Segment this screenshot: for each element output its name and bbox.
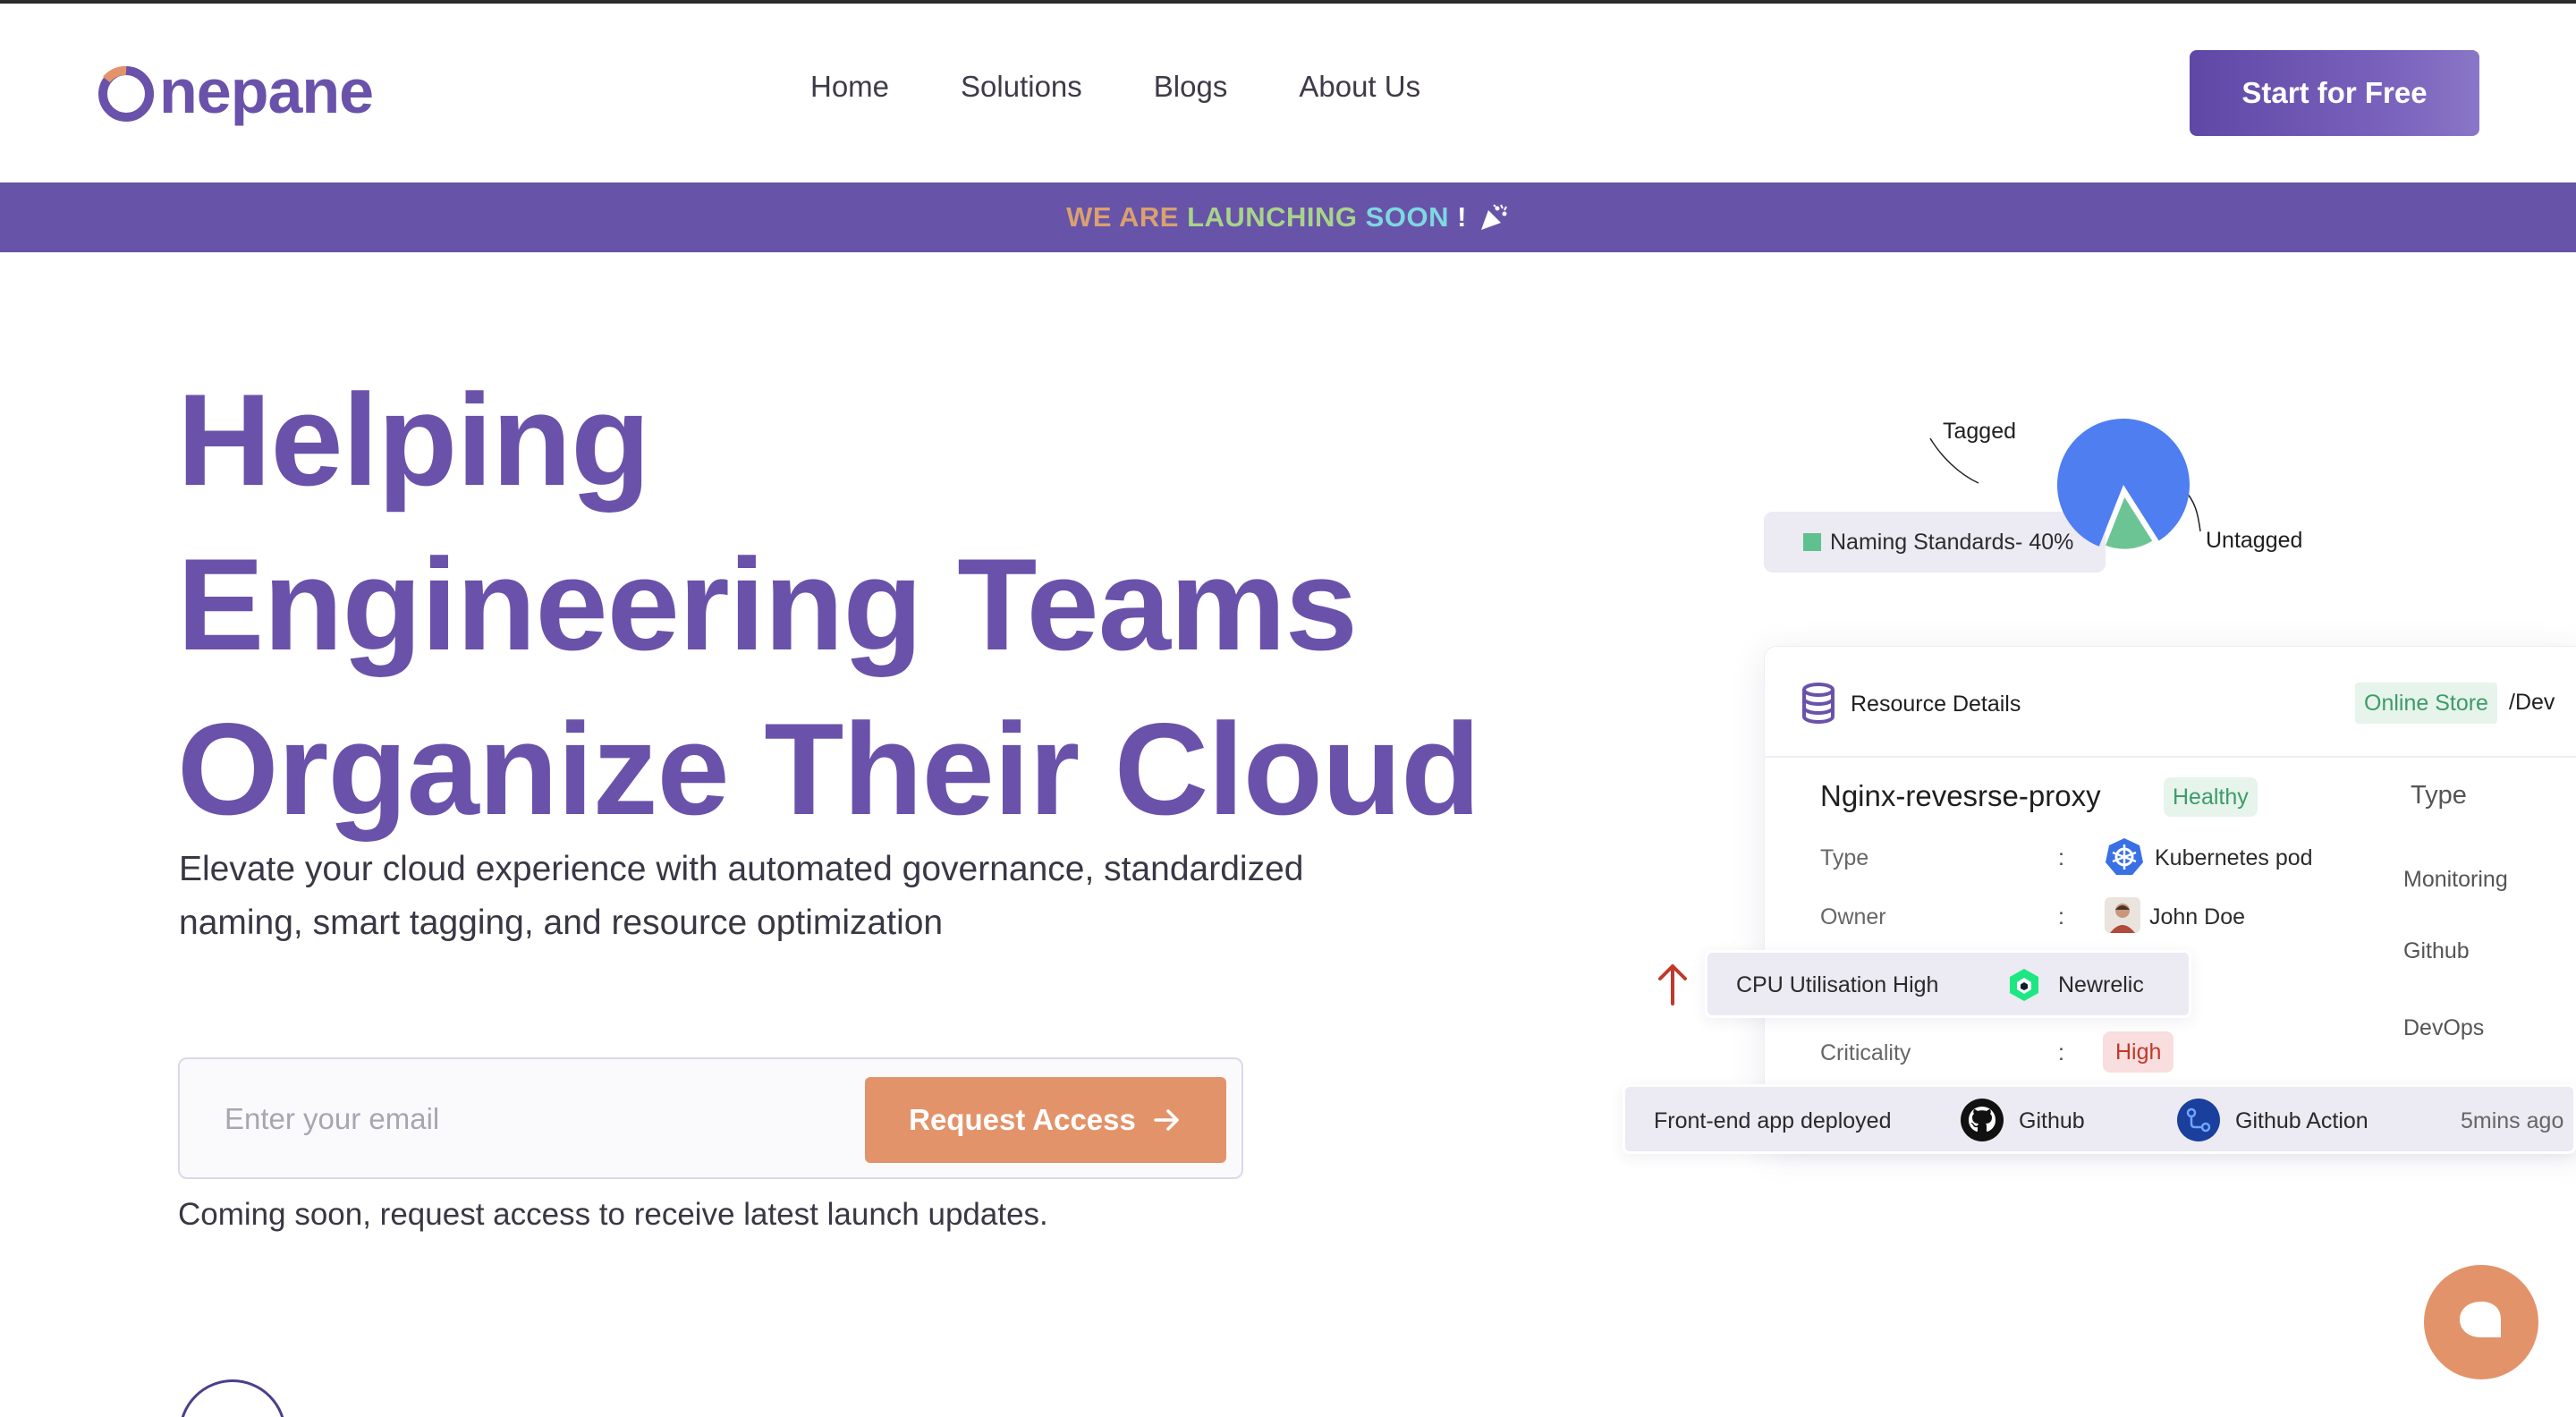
status-badge-healthy: Healthy	[2164, 777, 2258, 817]
start-for-free-button[interactable]: Start for Free	[2190, 50, 2479, 136]
request-access-button[interactable]: Request Access	[865, 1077, 1226, 1163]
github-actions-icon	[2177, 1099, 2220, 1141]
pie-label-untagged: Untagged	[2206, 528, 2303, 553]
deploy-event-pipeline: Github Action	[2235, 1108, 2368, 1133]
banner-text-part1: WE ARE	[1066, 201, 1188, 233]
party-popper-icon	[1480, 204, 1507, 230]
row-value-owner: John Doe	[2149, 904, 2246, 929]
banner-text-part4: !	[1448, 201, 1467, 233]
chat-widget-button[interactable]	[2424, 1265, 2538, 1379]
side-item-github: Github	[2403, 938, 2470, 963]
type-column-header: Type	[2411, 781, 2467, 810]
row-label-type: Type	[1820, 845, 1869, 870]
row-label-criticality: Criticality	[1820, 1040, 1911, 1065]
logo-ring-icon	[98, 66, 154, 122]
nav-solutions[interactable]: Solutions	[961, 70, 1082, 104]
resource-details-title: Resource Details	[1851, 692, 2021, 717]
arrow-up-icon	[1658, 964, 1687, 1005]
deploy-event-pill: Front-end app deployed Github Github Act…	[1623, 1084, 2576, 1154]
cpu-alert-pill: CPU Utilisation High Newrelic	[1705, 950, 2191, 1018]
cpu-alert-source: Newrelic	[2058, 972, 2144, 997]
row-colon: :	[2058, 904, 2064, 929]
arrow-right-icon	[1154, 1109, 1179, 1131]
resource-card-header: Resource Details Online Store /Dev	[1765, 647, 2576, 758]
side-item-devops: DevOps	[2403, 1015, 2485, 1040]
tagging-pie-chart	[1929, 419, 2201, 549]
deploy-event-time: 5mins ago	[2461, 1108, 2564, 1133]
scroll-indicator-circle[interactable]	[179, 1379, 286, 1417]
main-nav: Home Solutions Blogs About Us	[810, 70, 1420, 104]
hero-title-line-3: Organize Their Cloud	[177, 696, 1480, 842]
github-icon	[1961, 1099, 2004, 1141]
hero-title-line-1: Helping	[177, 367, 650, 513]
banner-text-part3: SOON	[1365, 201, 1449, 233]
resource-details-card: Resource Details Online Store /Dev Nginx…	[1764, 646, 2576, 1147]
resource-name: Nginx-revesrse-proxy	[1820, 779, 2101, 812]
email-input[interactable]	[225, 1091, 851, 1147]
row-colon: :	[2058, 845, 2064, 870]
cpu-alert-text: CPU Utilisation High	[1736, 972, 1939, 997]
banner-text-part2: LAUNCHING	[1187, 201, 1366, 233]
nav-blogs[interactable]: Blogs	[1154, 70, 1228, 104]
nav-about-us[interactable]: About Us	[1299, 70, 1420, 104]
tagged-leader-line	[1929, 437, 1979, 484]
row-label-owner: Owner	[1820, 904, 1886, 929]
banner-text: WE ARE LAUNCHING SOON !	[1066, 201, 1467, 233]
newrelic-icon	[2010, 969, 2038, 1001]
request-access-label: Request Access	[909, 1103, 1136, 1136]
environment-suffix: /Dev	[2509, 690, 2555, 715]
hero-title: Helping Engineering Teams Organize Their…	[177, 358, 1480, 852]
nav-home[interactable]: Home	[810, 70, 889, 104]
avatar	[2105, 897, 2140, 933]
side-item-monitoring: Monitoring	[2403, 867, 2508, 892]
launch-banner: WE ARE LAUNCHING SOON !	[0, 182, 2576, 252]
row-value-type: Kubernetes pod	[2155, 845, 2313, 870]
deploy-event-source: Github	[2019, 1108, 2085, 1133]
row-colon: :	[2058, 1040, 2064, 1065]
logo-text: nepane	[159, 56, 374, 126]
hero-title-line-2: Engineering Teams	[177, 531, 1358, 677]
chat-bubble-icon	[2460, 1302, 2501, 1337]
hero-subtitle: Elevate your cloud experience with autom…	[179, 850, 1304, 942]
site-header: nepane Home Solutions Blogs About Us Sta…	[0, 4, 2576, 182]
environment-tag: Online Store	[2355, 683, 2497, 724]
email-signup-form: Request Access	[178, 1057, 1243, 1179]
coming-soon-note: Coming soon, request access to receive l…	[178, 1197, 1048, 1232]
criticality-badge-high: High	[2103, 1031, 2174, 1073]
pie-label-tagged: Tagged	[1943, 419, 2017, 444]
kubernetes-icon	[2106, 838, 2143, 875]
database-icon	[1802, 683, 1835, 724]
deploy-event-text: Front-end app deployed	[1654, 1108, 1892, 1133]
brand-logo[interactable]: nepane	[95, 55, 374, 127]
